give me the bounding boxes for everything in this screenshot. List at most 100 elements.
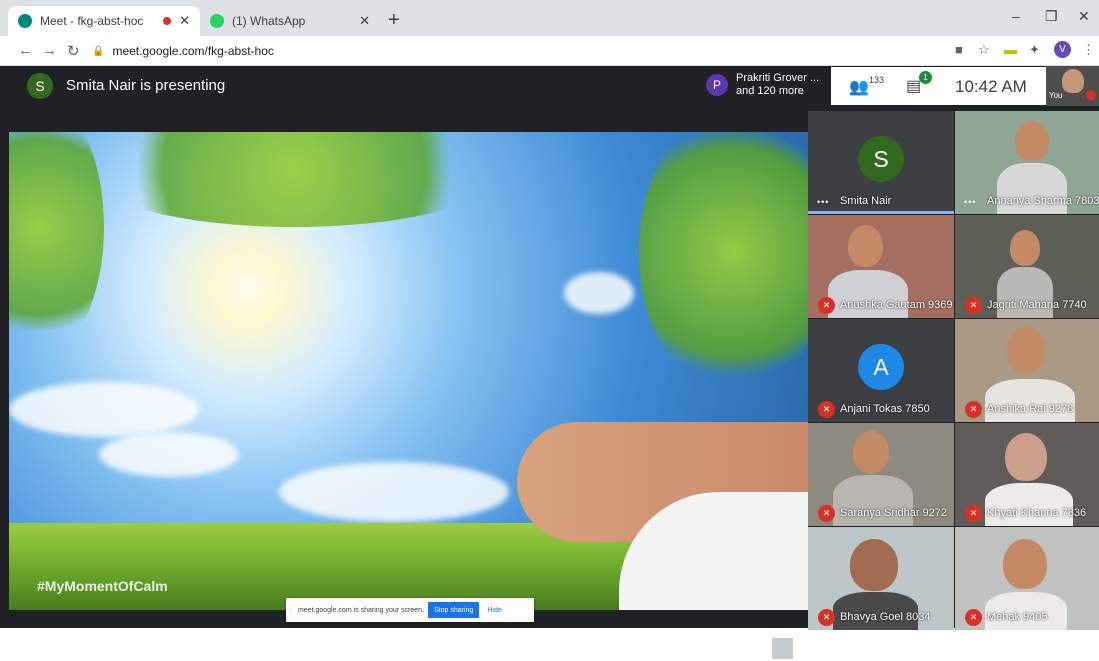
- cloud: [279, 462, 509, 522]
- participant-avatar: P: [706, 74, 728, 96]
- extensions-puzzle-icon[interactable]: ✦: [1029, 42, 1040, 58]
- people-card-line2: and 120 more: [736, 85, 804, 97]
- mic-muted-icon: ✕: [818, 297, 835, 314]
- mic-muted-icon: ✕: [965, 609, 982, 626]
- participant-tile[interactable]: ✕ Jagriti Mahana 7740: [955, 215, 1099, 318]
- participant-grid: S ••• Smita Nair ••• Annanya Sharma 7803…: [808, 111, 1099, 630]
- audio-activity-icon: •••: [964, 197, 977, 207]
- participant-tile[interactable]: ✕ Khyati Khanna 7836: [955, 423, 1099, 526]
- stage-thumbnail: [770, 636, 795, 661]
- mic-muted-icon: ✕: [818, 401, 835, 418]
- participant-body: [985, 483, 1073, 526]
- participant-name: Smita Nair: [840, 195, 892, 207]
- active-speaker-bar: [808, 211, 954, 214]
- participant-head: [853, 431, 889, 473]
- participant-tile[interactable]: ✕ Anshika Rai 9278: [955, 319, 1099, 422]
- people-card-line1: Prakriti Grover ...: [736, 72, 820, 84]
- mic-muted-icon: ✕: [965, 297, 982, 314]
- participant-head: [1010, 230, 1040, 266]
- close-tab-icon[interactable]: ✕: [359, 13, 370, 29]
- participant-tile[interactable]: ✕ Anushka Gautam 9369: [808, 215, 954, 318]
- people-card[interactable]: P Prakriti Grover ... and 120 more: [700, 68, 830, 102]
- participant-name: Anushka Gautam 9369: [840, 299, 953, 311]
- presenting-bar: S Smita Nair is presenting P Prakriti Gr…: [0, 66, 1099, 106]
- stage-caption: #MyMomentOfCalm: [37, 578, 168, 594]
- minimize-icon[interactable]: –: [1012, 8, 1020, 24]
- address-bar[interactable]: 🔒 meet.google.com/fkg-abst-hoc: [92, 41, 942, 61]
- meet-window: S Smita Nair is presenting P Prakriti Gr…: [0, 66, 1099, 661]
- recording-dot-icon: [163, 17, 172, 25]
- participant-head: [1005, 433, 1047, 481]
- camera-indicator-icon[interactable]: ■: [955, 42, 963, 57]
- people-icon[interactable]: 👥: [849, 77, 869, 97]
- participant-tile[interactable]: S ••• Smita Nair: [808, 111, 954, 214]
- extension-icon[interactable]: ▬: [1004, 42, 1017, 57]
- meeting-clock: 10:42 AM: [955, 77, 1027, 96]
- close-tab-icon[interactable]: ✕: [179, 13, 190, 29]
- participant-avatar: A: [858, 344, 904, 390]
- browser-tab-bar: Meet - fkg-abst-hoc ✕ (1) WhatsApp ✕ + –…: [0, 0, 1099, 36]
- tab-whatsapp[interactable]: (1) WhatsApp ✕: [200, 6, 380, 36]
- tab-title: (1) WhatsApp: [232, 14, 306, 28]
- presentation-stage: #MyMomentOfCalm: [9, 132, 808, 610]
- presenting-text: Smita Nair is presenting: [66, 77, 226, 94]
- participant-head: [1015, 121, 1049, 161]
- participant-head: [1007, 327, 1045, 373]
- participant-tile[interactable]: ✕ Mehak 9405: [955, 527, 1099, 630]
- participant-tile[interactable]: ✕ Saranya Sridhar 9272: [808, 423, 954, 526]
- cloud: [9, 382, 199, 437]
- self-label: You: [1049, 91, 1063, 100]
- tab-title: Meet - fkg-abst-hoc: [40, 14, 144, 28]
- mic-muted-icon: ✕: [965, 401, 982, 418]
- mic-muted-icon: ✕: [818, 609, 835, 626]
- participant-head: [848, 225, 883, 267]
- browser-toolbar: ← → ↻ 🔒 meet.google.com/fkg-abst-hoc ■ ☆…: [0, 36, 1099, 66]
- screen-share-banner: ⁞ meet.google.com is sharing your screen…: [286, 598, 534, 622]
- participant-body: [985, 379, 1075, 422]
- self-face: [1062, 69, 1084, 93]
- participant-name: Khyati Khanna 7836: [987, 507, 1087, 519]
- presenter-avatar: S: [27, 73, 53, 99]
- bookmark-star-icon[interactable]: ☆: [978, 42, 990, 58]
- audio-activity-icon: •••: [817, 197, 830, 207]
- participant-name: Annanya Sharma 7803: [987, 195, 1099, 207]
- participant-tile[interactable]: A ✕ Anjani Tokas 7850: [808, 319, 954, 422]
- chat-badge: 1: [919, 71, 932, 84]
- cloud: [564, 272, 634, 314]
- menu-icon[interactable]: ⋮: [1082, 42, 1095, 58]
- meeting-controls: 👥 133 ▤ 1 10:42 AM: [831, 67, 1046, 105]
- self-view[interactable]: You: [1046, 66, 1099, 106]
- restore-icon[interactable]: ❐: [1045, 8, 1058, 25]
- close-window-icon[interactable]: ✕: [1078, 8, 1090, 25]
- participant-name: Bhavya Goel 8034: [840, 611, 931, 623]
- profile-avatar[interactable]: V: [1054, 41, 1071, 58]
- meet-favicon-icon: [18, 14, 32, 28]
- participant-name: Anshika Rai 9278: [987, 403, 1074, 415]
- lock-icon: 🔒: [92, 45, 105, 57]
- participant-name: Anjani Tokas 7850: [840, 403, 930, 415]
- cloud: [99, 432, 239, 477]
- stop-sharing-button[interactable]: Stop sharing: [428, 602, 480, 618]
- whatsapp-favicon-icon: [210, 14, 224, 28]
- participant-tile[interactable]: ✕ Bhavya Goel 8034: [808, 527, 954, 630]
- participant-head: [850, 539, 898, 591]
- url-text: meet.google.com/fkg-abst-hoc: [112, 44, 274, 58]
- new-tab-button[interactable]: +: [388, 9, 400, 32]
- people-count: 133: [869, 75, 885, 85]
- participant-head: [1003, 539, 1047, 589]
- tab-meet[interactable]: Meet - fkg-abst-hoc ✕: [8, 6, 200, 36]
- forward-icon[interactable]: →: [42, 42, 57, 59]
- reload-icon[interactable]: ↻: [67, 42, 80, 60]
- participant-avatar: S: [858, 136, 904, 182]
- back-icon[interactable]: ←: [18, 42, 33, 59]
- mic-muted-icon: ✕: [965, 505, 982, 522]
- participant-name: Jagriti Mahana 7740: [987, 299, 1087, 311]
- mic-muted-icon: ✕: [818, 505, 835, 522]
- share-banner-text: meet.google.com is sharing your screen.: [297, 606, 425, 614]
- hide-banner-button[interactable]: Hide: [487, 607, 501, 614]
- participant-name: Saranya Sridhar 9272: [840, 507, 948, 519]
- participant-name: Mehak 9405: [987, 611, 1048, 623]
- mic-muted-icon: [1086, 90, 1096, 100]
- drag-handle-icon[interactable]: ⁞: [290, 607, 292, 614]
- participant-tile[interactable]: ••• Annanya Sharma 7803: [955, 111, 1099, 214]
